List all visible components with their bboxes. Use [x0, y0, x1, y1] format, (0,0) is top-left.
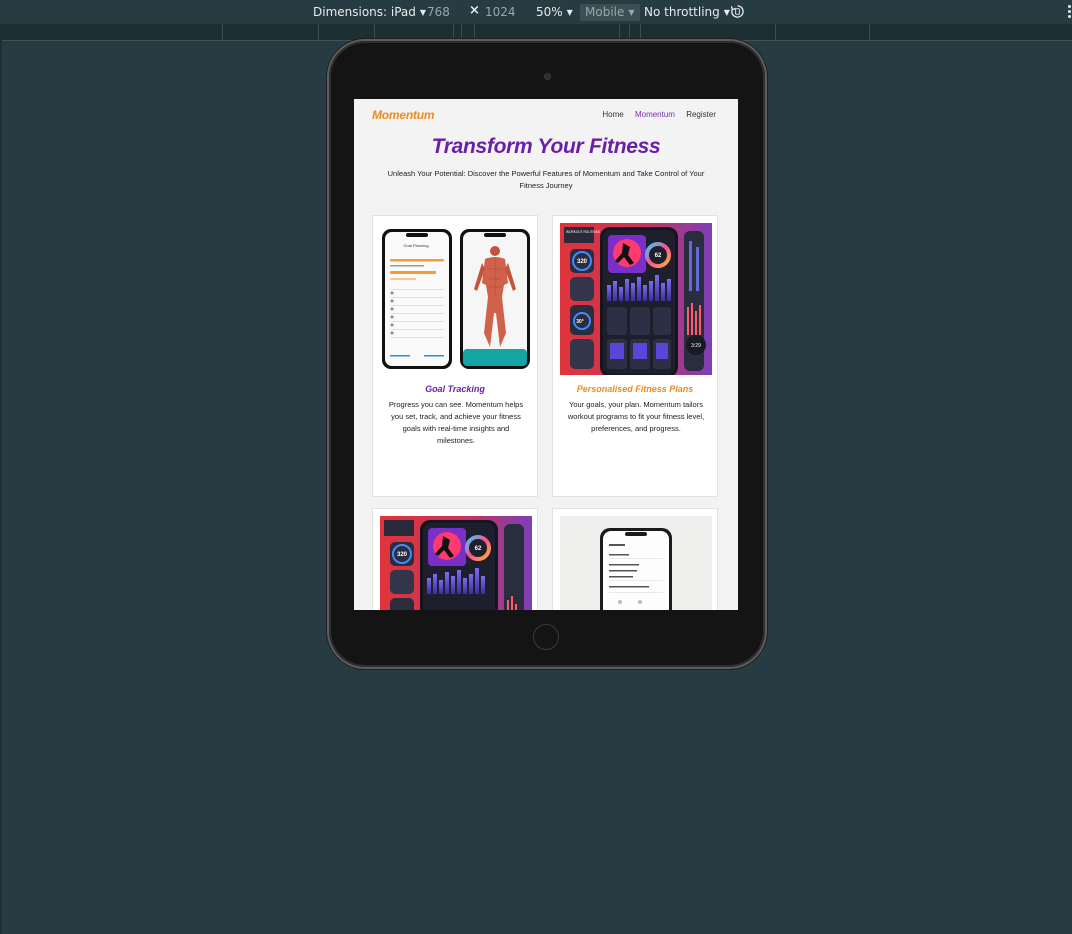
site-logo[interactable]: Momentum: [372, 108, 435, 122]
height-input[interactable]: 1024: [485, 5, 516, 19]
camera-icon: [544, 73, 551, 80]
badge-320: 320: [397, 552, 408, 558]
ruler-segment[interactable]: [318, 24, 319, 40]
zoom-label: 50%: [536, 5, 563, 19]
site-navbar: Momentum Home Momentum Register: [354, 99, 738, 133]
ruler-segment[interactable]: [629, 24, 630, 40]
hero-title: Transform Your Fitness: [431, 135, 661, 158]
throttling-dropdown[interactable]: No throttling ▼: [644, 5, 730, 20]
devtools-device-toolbar: Dimensions: iPad ▼ 768 × 1024 50% ▼ Mobile…: [0, 0, 1072, 25]
times-icon: ×: [469, 3, 480, 18]
workout-routines-dashboard-image: 320 62: [380, 516, 532, 610]
zoom-dropdown[interactable]: 50% ▼: [536, 5, 573, 20]
badge-62: 62: [475, 546, 482, 552]
nav-links: Home Momentum Register: [593, 110, 716, 119]
rotate-icon[interactable]: [730, 4, 745, 19]
badge-329: 3:29: [691, 343, 701, 349]
ruler-segment[interactable]: [453, 24, 454, 40]
device-screen: Momentum Home Momentum Register Transfor…: [354, 99, 738, 610]
device-type-dropdown[interactable]: Mobile ▼: [580, 4, 640, 21]
throttling-label: No throttling: [644, 5, 720, 19]
ruler-segment[interactable]: [374, 24, 375, 40]
dimensions-label: Dimensions: iPad: [313, 5, 416, 19]
left-edge-bar: [0, 24, 2, 934]
feature-card-goal-tracking[interactable]: Goal Planning Goal Tracking Progress you…: [372, 215, 538, 497]
ruler-segment[interactable]: [869, 24, 870, 40]
feature-card-3[interactable]: 320 62: [372, 508, 538, 610]
ruler-segment[interactable]: [619, 24, 620, 40]
badge-30: 30°: [576, 319, 584, 325]
goal-screen-title: Goal Planning: [403, 243, 428, 248]
nav-link-home[interactable]: Home: [602, 110, 623, 119]
nav-link-register[interactable]: Register: [686, 110, 716, 119]
settings-phone-image: [560, 516, 712, 610]
card-text: Your goals, your plan. Momentum tailors …: [567, 400, 705, 433]
routines-label: WORKOUT ROUTINES: [566, 230, 600, 234]
card-title: Goal Tracking: [425, 384, 485, 394]
caret-down-icon: ▼: [723, 8, 730, 17]
feature-card-4[interactable]: [552, 508, 718, 610]
hero-subtitle: Unleash Your Potential: Discover the Pow…: [387, 169, 705, 190]
ruler-segment[interactable]: [461, 24, 462, 40]
ipad-device-frame: Momentum Home Momentum Register Transfor…: [329, 41, 765, 667]
caret-down-icon: ▼: [566, 8, 573, 17]
goal-tracking-phones-image: Goal Planning: [380, 223, 532, 375]
dimensions-dropdown[interactable]: Dimensions: iPad ▼: [313, 5, 426, 20]
ruler-segment[interactable]: [474, 24, 475, 40]
ruler-segment[interactable]: [775, 24, 776, 40]
caret-down-icon: ▼: [628, 8, 635, 17]
card-text: Progress you can see. Momentum helps you…: [388, 400, 524, 445]
width-input[interactable]: 768: [427, 5, 450, 19]
badge-320: 320: [577, 259, 588, 265]
caret-down-icon: ▼: [419, 8, 427, 17]
badge-62: 62: [655, 253, 662, 259]
workout-routines-dashboard-image: WORKOUT ROUTINES 320 30° 62 3:29: [560, 223, 712, 375]
ruler-segment[interactable]: [222, 24, 223, 40]
media-query-ruler[interactable]: [2, 24, 1072, 41]
device-type-label: Mobile: [585, 5, 625, 19]
card-title: Personalised Fitness Plans: [576, 384, 694, 394]
home-button-icon[interactable]: [533, 624, 559, 650]
feature-card-personalised-plans[interactable]: WORKOUT ROUTINES 320 30° 62 3:29 Persona…: [552, 215, 718, 497]
more-options-icon[interactable]: [1068, 4, 1072, 20]
ruler-segment[interactable]: [640, 24, 641, 40]
nav-link-momentum[interactable]: Momentum: [635, 110, 675, 119]
